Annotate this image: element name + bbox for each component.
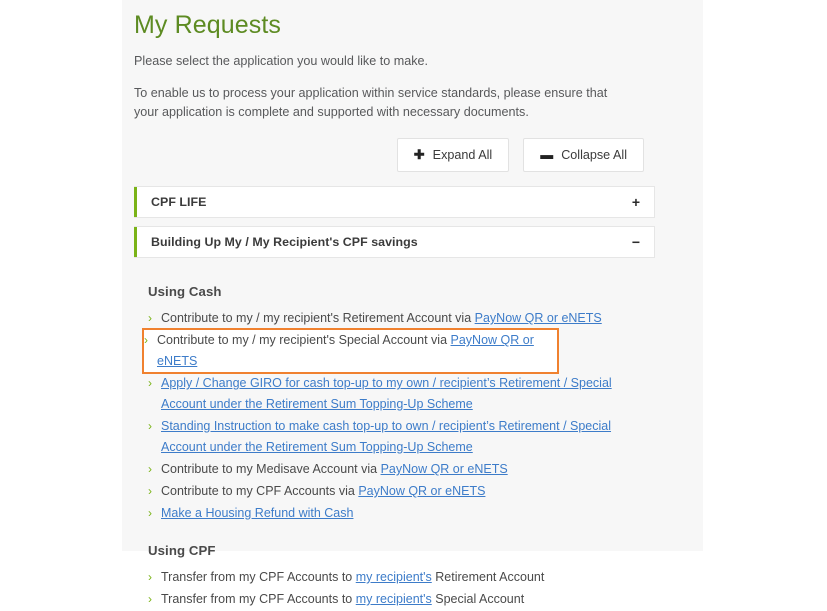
list-item[interactable]: › Contribute to my / my recipient's Retir… [148, 308, 656, 329]
expand-all-label: Expand All [432, 148, 493, 162]
item-text: Transfer from my CPF Accounts to [161, 592, 356, 606]
chevron-right-icon: › [148, 311, 152, 325]
item-text: Contribute to my / my recipient's Retire… [161, 311, 475, 325]
plus-icon: ✚ [413, 147, 425, 162]
expand-collapse-toolbar: ✚ Expand All ▬ Collapse All [134, 122, 694, 172]
chevron-right-icon: › [148, 376, 152, 390]
link-list: › Contribute to my / my recipient's Retir… [134, 308, 694, 524]
list-item[interactable]: › Transfer from my CPF Accounts to my rec… [148, 589, 656, 610]
accordion-label: Building Up My / My Recipient's CPF savi… [151, 235, 418, 249]
expand-all-button[interactable]: ✚ Expand All [396, 138, 510, 172]
item-text: Contribute to my / my recipient's Specia… [157, 333, 451, 347]
minus-icon: ▬ [540, 147, 554, 162]
page-root: My Requests Please select the applicatio… [0, 0, 827, 606]
link-list: › Transfer from my CPF Accounts to my rec… [134, 567, 694, 610]
list-item[interactable]: › Standing Instruction to make cash top-u… [148, 416, 656, 458]
list-item[interactable]: › Contribute to my Medisave Account via P… [148, 459, 656, 480]
item-text: Contribute to my CPF Accounts via [161, 484, 359, 498]
item-link[interactable]: my recipient's [356, 592, 432, 606]
chevron-right-icon: › [148, 484, 152, 498]
collapse-all-button[interactable]: ▬ Collapse All [523, 138, 644, 172]
item-link[interactable]: Make a Housing Refund with Cash [161, 506, 353, 520]
chevron-right-icon: › [148, 570, 152, 584]
link-section: Using CPF › Transfer from my CPF Accounts … [134, 525, 694, 610]
chevron-right-icon: › [144, 333, 148, 347]
content-panel: My Requests Please select the applicatio… [122, 0, 703, 606]
intro-paragraph-2: To enable us to process your application… [134, 86, 608, 119]
item-text: Retirement Account [431, 570, 545, 584]
section-title: Using Cash [148, 284, 222, 299]
chevron-right-icon: › [148, 419, 152, 433]
item-text: Contribute to my Medisave Account via [161, 462, 381, 476]
collapse-all-label: Collapse All [561, 148, 627, 162]
chevron-right-icon: › [148, 592, 152, 606]
item-text: Special Account [431, 592, 525, 606]
list-item[interactable]: › Apply / Change GIRO for cash top-up to … [148, 373, 656, 415]
item-link[interactable]: PayNow QR or eNETS [475, 311, 602, 325]
item-link[interactable]: Apply / Change GIRO for cash top-up to m… [161, 376, 612, 411]
item-link[interactable]: PayNow QR or eNETS [358, 484, 485, 498]
accordion-label: CPF LIFE [151, 195, 207, 209]
sections-container: Using Cash › Contribute to my / my recipie… [134, 266, 694, 610]
list-item[interactable]: › Transfer from my CPF Accounts to my rec… [148, 567, 656, 588]
content-inner: My Requests Please select the applicatio… [134, 0, 694, 611]
list-item[interactable]: › Make a Housing Refund with Cash [148, 503, 656, 524]
intro-paragraph-1: Please select the application you would … [134, 54, 429, 68]
accordion-header[interactable]: CPF LIFE + [134, 186, 655, 218]
accordion-plus-icon[interactable]: + [632, 195, 654, 209]
item-link[interactable]: my recipient's [356, 570, 432, 584]
chevron-right-icon: › [148, 506, 152, 520]
accordion-header[interactable]: Building Up My / My Recipient's CPF savi… [134, 226, 655, 258]
link-section: Using Cash › Contribute to my / my recipie… [134, 266, 694, 524]
accordion-list: CPF LIFE + Building Up My / My Recipient's… [134, 172, 694, 258]
item-link[interactable]: Standing Instruction to make cash top-up… [161, 419, 611, 454]
list-item[interactable]: › Contribute to my / my recipient's Speci… [142, 328, 559, 374]
accordion-minus-icon[interactable]: − [632, 235, 654, 249]
page-title: My Requests [134, 11, 281, 39]
item-text: Transfer from my CPF Accounts to [161, 570, 356, 584]
list-item[interactable]: › Contribute to my CPF Accounts via PayNo… [148, 481, 656, 502]
item-link[interactable]: PayNow QR or eNETS [381, 462, 508, 476]
chevron-right-icon: › [148, 462, 152, 476]
